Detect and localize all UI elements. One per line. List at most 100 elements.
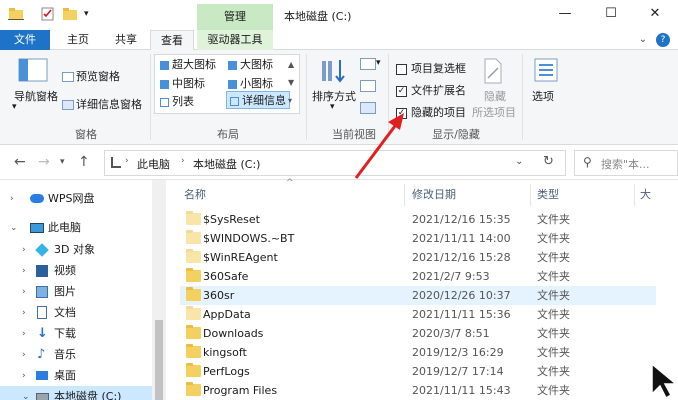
layout-list[interactable]: 列表 (160, 93, 194, 109)
chevron-right-icon[interactable]: › (22, 260, 26, 282)
nav-item-desktop[interactable]: › 桌面 (0, 365, 152, 387)
add-columns-icon[interactable] (360, 80, 376, 92)
folder-icon (186, 268, 201, 282)
divider[interactable] (404, 184, 405, 206)
breadcrumb-separator-icon[interactable]: › (181, 156, 185, 166)
divider[interactable] (530, 184, 531, 206)
file-row[interactable]: 360sr 2020/12/26 10:37 文件夹 (180, 286, 656, 305)
layout-extra-large-icons[interactable]: 超大图标 (160, 56, 216, 72)
breadcrumb-this-pc[interactable]: 此电脑 (137, 156, 170, 172)
breadcrumb-c-drive[interactable]: 本地磁盘 (C:) (193, 156, 260, 172)
tab-view[interactable]: 查看 (150, 30, 194, 51)
sort-icon[interactable] (320, 58, 348, 84)
chevron-down-icon[interactable]: ⌄ (636, 33, 650, 47)
forward-arrow-icon[interactable]: → (38, 154, 50, 170)
hidden-items-toggle[interactable]: ✓ 隐藏的项目 (396, 104, 466, 120)
tab-home[interactable]: 主页 (58, 30, 98, 50)
navigation-pane-icon[interactable] (18, 58, 48, 82)
file-row[interactable]: $SysReset 2021/12/16 15:35 文件夹 (180, 210, 656, 229)
file-row[interactable]: $WinREAgent 2021/12/16 15:28 文件夹 (180, 248, 656, 267)
minimize-button[interactable]: — (550, 4, 580, 24)
large-icons-icon (160, 60, 169, 70)
chevron-right-icon[interactable]: › (22, 344, 26, 366)
nav-item-pictures[interactable]: › 图片 (0, 281, 152, 303)
layout-medium-icons[interactable]: 中图标 (160, 75, 205, 91)
chevron-down-icon[interactable]: ▾ (330, 102, 335, 112)
hide-selected-icon[interactable] (482, 58, 504, 84)
divider[interactable] (634, 184, 635, 206)
details-pane-button[interactable]: 详细信息窗格 (62, 96, 142, 112)
nav-item-documents[interactable]: › 文档 (0, 302, 152, 324)
details-pane-icon (62, 100, 74, 110)
size-columns-icon[interactable] (360, 102, 376, 114)
help-icon[interactable]: ? (656, 33, 670, 47)
chevron-down-icon[interactable]: ▾ (12, 102, 17, 112)
gallery-scroll-icon[interactable]: ▲ ▼ ▾ (288, 56, 294, 110)
nav-item-3d-objects[interactable]: › 3D 对象 (0, 239, 152, 261)
address-bar-row: ← → ▾ ↑ › 此电脑 › 本地磁盘 (C:) ⌄ ↻ ⚲ 搜索"本... (0, 146, 678, 180)
chevron-down-icon[interactable]: ⌄ (22, 386, 30, 400)
nav-item-wps-cloud[interactable]: › WPS网盘 (0, 188, 152, 210)
navigation-pane-button[interactable]: 导航窗格 (14, 88, 58, 104)
item-checkboxes-toggle[interactable]: 项目复选框 (396, 60, 466, 76)
nav-item-downloads[interactable]: › ↓ 下载 (0, 323, 152, 345)
tab-share[interactable]: 共享 (106, 30, 146, 50)
close-button[interactable]: ✕ (640, 4, 670, 24)
options-icon[interactable] (534, 58, 558, 82)
nav-item-this-pc[interactable]: ⌄ 此电脑 (0, 217, 152, 239)
chevron-down-icon[interactable]: ▾ (376, 58, 381, 68)
layout-small-icons[interactable]: 小图标 (228, 75, 273, 91)
address-field[interactable]: › 此电脑 › 本地磁盘 (C:) ⌄ ↻ (104, 150, 566, 176)
nav-scrollbar[interactable] (152, 180, 166, 400)
file-extensions-toggle[interactable]: ✓ 文件扩展名 (396, 82, 466, 98)
chevron-right-icon[interactable]: › (22, 323, 26, 345)
column-header-type[interactable]: 类型 (537, 184, 559, 206)
search-icon: ⚲ (583, 155, 592, 169)
chevron-right-icon[interactable]: › (22, 365, 26, 387)
nav-item-music[interactable]: › ♪ 音乐 (0, 344, 152, 366)
recent-locations-icon[interactable]: ▾ (60, 157, 65, 167)
file-row[interactable]: Program Files 2021/11/11 15:43 文件夹 (180, 381, 656, 400)
chevron-down-icon[interactable]: ⌄ (10, 217, 18, 239)
checkbox-checked-icon: ✓ (396, 85, 407, 97)
chevron-right-icon[interactable]: › (22, 239, 26, 261)
column-header-date[interactable]: 修改日期 (412, 184, 456, 206)
file-row[interactable]: 360Safe 2021/2/7 9:53 文件夹 (180, 267, 656, 286)
layout-details[interactable]: 详细信息 (226, 91, 290, 109)
file-type: 文件夹 (537, 289, 570, 302)
options-button[interactable]: 选项 (532, 88, 554, 104)
nav-item-videos[interactable]: › 视频 (0, 260, 152, 282)
ribbon-view: 导航窗格 ▾ 预览窗格 详细信息窗格 窗格 超大图标 大图标 中图标 小图标 列… (0, 50, 678, 145)
chevron-right-icon[interactable]: › (22, 302, 26, 324)
properties-icon[interactable] (40, 7, 56, 21)
file-row[interactable]: AppData 2021/11/11 15:36 文件夹 (180, 305, 656, 324)
group-by-icon[interactable] (360, 58, 376, 70)
chevron-down-icon[interactable]: ⌄ (515, 156, 523, 167)
breadcrumb-separator-icon[interactable]: › (125, 156, 129, 166)
file-row[interactable]: kingsoft 2019/12/3 16:29 文件夹 (180, 343, 656, 362)
chevron-right-icon[interactable]: › (22, 281, 26, 303)
nav-item-local-disk-c[interactable]: ⌄ 本地磁盘 (C:) (0, 386, 152, 400)
file-row[interactable]: $WINDOWS.~BT 2021/11/11 14:00 文件夹 (180, 229, 656, 248)
customize-toolbar-icon[interactable]: ▾ (84, 7, 100, 21)
back-arrow-icon[interactable]: ← (14, 154, 26, 170)
refresh-icon[interactable]: ↻ (543, 154, 554, 169)
layout-large-icons[interactable]: 大图标 (228, 56, 273, 72)
search-field[interactable]: ⚲ 搜索"本... (574, 150, 678, 176)
maximize-button[interactable]: ☐ (596, 4, 626, 24)
scrollbar-thumb[interactable] (155, 320, 163, 400)
column-header-size[interactable]: 大 (640, 184, 651, 206)
selected-items-label: 所选项目 (472, 106, 516, 119)
file-row[interactable]: Downloads 2020/3/7 8:51 文件夹 (180, 324, 656, 343)
preview-pane-button[interactable]: 预览窗格 (62, 68, 120, 84)
tab-drive-tools[interactable]: 驱动器工具 (197, 30, 273, 50)
tab-manage[interactable]: 管理 (197, 4, 273, 30)
new-folder-icon[interactable] (62, 7, 78, 21)
file-row[interactable]: PerfLogs 2019/12/7 17:14 文件夹 (180, 362, 656, 381)
hide-selected-button[interactable]: 隐藏 (484, 88, 506, 104)
tab-file[interactable]: 文件 (0, 30, 50, 50)
up-arrow-icon[interactable]: ↑ (78, 154, 90, 170)
file-date: 2019/12/7 17:14 (412, 365, 504, 378)
column-header-name[interactable]: 名称 (184, 184, 206, 206)
chevron-right-icon[interactable]: › (10, 188, 14, 210)
